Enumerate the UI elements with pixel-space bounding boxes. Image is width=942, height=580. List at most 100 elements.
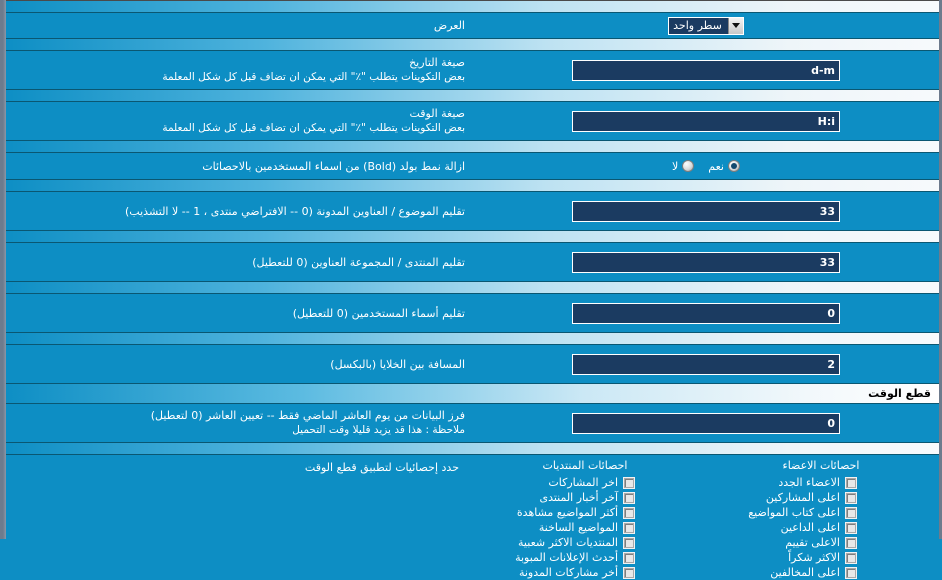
remove-bold-option-no[interactable]: لا: [672, 159, 695, 173]
cutoff-days-input[interactable]: [572, 412, 840, 434]
checkbox-item[interactable]: اعلى المخالفين: [703, 565, 857, 580]
trim-forum-titles-field: [473, 249, 939, 276]
row-separator: [3, 281, 939, 294]
stats-column-member-stats-title: احصائات الاعضاء: [782, 459, 860, 472]
time-format-label: صيغة الوقت: [409, 107, 465, 120]
option-row-remove-bold: نعم لا ازالة نمط بولد (Bold) من اسماء ال…: [3, 153, 939, 179]
checkbox-icon[interactable]: [845, 476, 857, 489]
remove-bold-label-cell: ازالة نمط بولد (Bold) من اسماء المستخدمي…: [3, 155, 473, 178]
checkbox-label: أحدث الإعلانات المبوبة: [515, 551, 618, 564]
checkbox-label: أخر مشاركات المدونة: [518, 566, 618, 579]
checkbox-item[interactable]: اخر المشاركات: [467, 475, 635, 490]
checkbox-label: اعلى المشاركين: [765, 491, 840, 504]
row-separator: [3, 332, 939, 345]
checkbox-label: اعلى المخالفين: [770, 566, 840, 579]
remove-bold-field: نعم لا: [473, 157, 939, 176]
trim-forum-titles-label-cell: تقليم المنتدى / المجموعة العناوين (0 للت…: [3, 251, 473, 274]
cutoff-stats-label: حدد إحصائيات لتطبيق قطع الوقت: [304, 461, 459, 474]
checkbox-label: اعلى الداعين: [780, 521, 840, 534]
section-header-time-cutoff: قطع الوقت: [3, 383, 939, 404]
checkbox-label: المنتديات الاكثر شعبية: [518, 536, 618, 549]
checkbox-item[interactable]: آخر أخبار المنتدى: [467, 490, 635, 505]
checkbox-icon[interactable]: [623, 551, 635, 564]
row-separator: [3, 0, 939, 13]
checkbox-icon[interactable]: [845, 536, 857, 549]
cell-spacing-field: [473, 351, 939, 378]
trim-usernames-label: تقليم أسماء المستخدمين (0 للتعطيل): [292, 306, 465, 320]
checkbox-icon[interactable]: [623, 566, 635, 579]
trim-forum-titles-input[interactable]: [572, 251, 840, 273]
remove-bold-radio-group[interactable]: نعم لا: [672, 160, 740, 173]
display-mode-select[interactable]: سطر واحد: [668, 16, 744, 35]
date-format-label: صيغة التاريخ: [409, 56, 465, 69]
trim-topic-titles-input[interactable]: [572, 200, 840, 222]
trim-usernames-field: [473, 300, 939, 327]
remove-bold-option-no-label: لا: [672, 159, 679, 173]
remove-bold-option-yes-label: نعم: [708, 159, 724, 173]
checkbox-label: اخر المشاركات: [548, 476, 618, 489]
checkbox-icon[interactable]: [845, 521, 857, 534]
trim-topic-titles-label-cell: تقليم الموضوع / العناوين المدونة (0 -- ا…: [3, 200, 473, 223]
checkbox-icon[interactable]: [845, 566, 857, 579]
checkbox-icon[interactable]: [845, 506, 857, 519]
cutoff-days-label: فرز البيانات من يوم العاشر الماضي فقط --…: [150, 409, 465, 422]
checkbox-icon[interactable]: [623, 521, 635, 534]
checkbox-icon[interactable]: [623, 476, 635, 489]
option-row-trim-forum-titles: تقليم المنتدى / المجموعة العناوين (0 للت…: [3, 243, 939, 281]
cutoff-days-field: [473, 410, 939, 437]
chevron-down-icon[interactable]: [727, 17, 743, 34]
checkbox-item[interactable]: اعلى المشاركين: [703, 490, 857, 505]
trim-topic-titles-label: تقليم الموضوع / العناوين المدونة (0 -- ا…: [125, 204, 465, 218]
checkbox-item[interactable]: أكثر المواضيع مشاهدة: [467, 505, 635, 520]
checkbox-label: أكثر المواضيع مشاهدة: [516, 506, 618, 519]
cell-spacing-input[interactable]: [572, 353, 840, 375]
cutoff-days-label-cell: فرز البيانات من يوم العاشر الماضي فقط --…: [3, 404, 473, 442]
checkbox-icon[interactable]: [623, 491, 635, 504]
stats-columns: احصائات الاعضاء الاعضاء الجدد اعلى المشا…: [467, 455, 939, 580]
time-format-description: بعض التكوينات يتطلب "٪" التي يمكن ان تضا…: [162, 122, 465, 134]
remove-bold-label: ازالة نمط بولد (Bold) من اسماء المستخدمي…: [202, 159, 465, 173]
checkbox-item[interactable]: المواضيع الساخنة: [467, 520, 635, 535]
checkbox-item[interactable]: الاعضاء الجدد: [703, 475, 857, 490]
option-row-trim-topic-titles: تقليم الموضوع / العناوين المدونة (0 -- ا…: [3, 192, 939, 230]
time-format-field: [473, 108, 939, 135]
checkbox-icon[interactable]: [623, 536, 635, 549]
checkbox-item[interactable]: اعلى كتاب المواضيع: [703, 505, 857, 520]
trim-usernames-label-cell: تقليم أسماء المستخدمين (0 للتعطيل): [3, 302, 473, 325]
checkbox-item[interactable]: الاعلى تقييم: [703, 535, 857, 550]
checkbox-item[interactable]: أحدث الإعلانات المبوبة: [467, 550, 635, 565]
checkbox-item[interactable]: المنتديات الاكثر شعبية: [467, 535, 635, 550]
cell-spacing-label: المسافة بين الخلايا (بالبكسل): [330, 357, 465, 371]
checkbox-item[interactable]: الاكثر شكراً: [703, 550, 857, 565]
cutoff-stats-label-cell: حدد إحصائيات لتطبيق قطع الوقت: [3, 455, 467, 478]
radio-unselected-icon[interactable]: [682, 160, 695, 172]
checkbox-label: آخر أخبار المنتدى: [539, 491, 618, 504]
stats-column-forum-stats: احصائات المنتديات اخر المشاركات آخر أخبا…: [467, 459, 703, 580]
checkbox-label: اعلى كتاب المواضيع: [748, 506, 840, 519]
checkbox-label: الاكثر شكراً: [788, 551, 840, 564]
stats-column-forum-stats-title: احصائات المنتديات: [542, 459, 628, 472]
checkbox-icon[interactable]: [845, 491, 857, 504]
remove-bold-option-yes[interactable]: نعم: [708, 160, 740, 173]
row-separator: [3, 230, 939, 243]
checkbox-label: الاعلى تقييم: [785, 536, 840, 549]
display-mode-label-cell: العرض: [3, 14, 473, 37]
option-row-date-format: صيغة التاريخ بعض التكوينات يتطلب "٪" الت…: [3, 51, 939, 89]
checkbox-label: المواضيع الساخنة: [538, 521, 618, 534]
date-format-input[interactable]: [572, 59, 840, 81]
checkbox-icon[interactable]: [623, 506, 635, 519]
option-row-cutoff-days: فرز البيانات من يوم العاشر الماضي فقط --…: [3, 404, 939, 442]
cutoff-days-description: ملاحظة : هذا قد يزيد قليلا وقت التحميل: [292, 424, 465, 436]
trim-topic-titles-field: [473, 198, 939, 225]
checkbox-item[interactable]: اعلى الداعين: [703, 520, 857, 535]
checkbox-icon[interactable]: [845, 551, 857, 564]
checkbox-label: الاعضاء الجدد: [778, 476, 840, 489]
date-format-label-cell: صيغة التاريخ بعض التكوينات يتطلب "٪" الت…: [3, 51, 473, 89]
time-format-input[interactable]: [572, 110, 840, 132]
date-format-description: بعض التكوينات يتطلب "٪" التي يمكن ان تضا…: [162, 71, 465, 83]
radio-selected-icon[interactable]: [728, 160, 740, 172]
trim-usernames-input[interactable]: [572, 302, 840, 324]
row-separator: [3, 89, 939, 102]
display-mode-label: العرض: [433, 19, 465, 32]
checkbox-item[interactable]: أخر مشاركات المدونة: [467, 565, 635, 580]
